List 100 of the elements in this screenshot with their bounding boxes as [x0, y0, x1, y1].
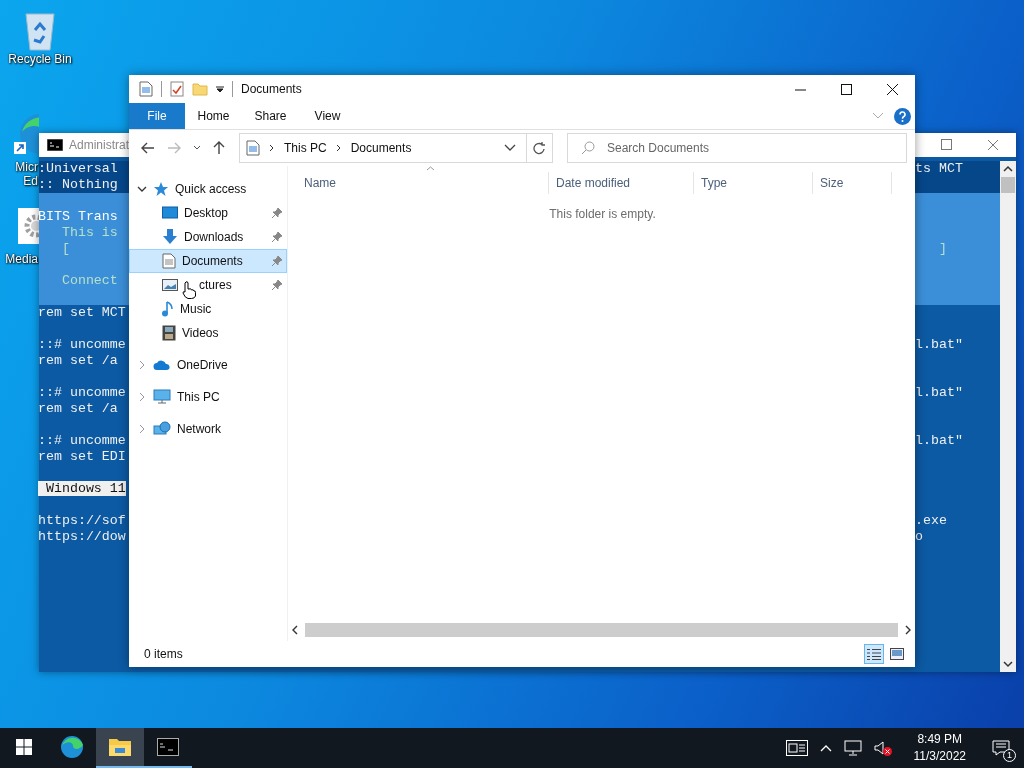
- ribbon-tab[interactable]: Share: [242, 103, 299, 129]
- up-arrow-icon[interactable]: [213, 141, 225, 155]
- address-bar[interactable]: This PC Documents: [239, 133, 527, 163]
- taskbar-app-button[interactable]: [96, 728, 144, 768]
- address-dropdown-icon[interactable]: [504, 144, 516, 152]
- console-text: ::# uncomme: [38, 433, 126, 448]
- console-text: https://dow: [38, 529, 126, 544]
- document-icon: [162, 253, 176, 269]
- news-icon[interactable]: [785, 740, 808, 756]
- speaker-icon[interactable]: [873, 741, 886, 755]
- console-text: rem set EDI: [38, 449, 126, 464]
- scroll-thumb[interactable]: [1001, 177, 1015, 193]
- pin-icon[interactable]: [272, 208, 282, 218]
- help-icon[interactable]: [894, 107, 911, 125]
- console-text: ts MCT: [915, 161, 963, 177]
- breadcrumb-chevron-icon[interactable]: [269, 144, 275, 152]
- computer-icon: [153, 389, 171, 405]
- notification-icon[interactable]: [992, 740, 1010, 756]
- column-header[interactable]: Size: [813, 172, 892, 194]
- breadcrumb[interactable]: Documents: [350, 141, 412, 155]
- volume-button[interactable]: [873, 740, 892, 756]
- console-text: :: Nothing: [38, 177, 118, 192]
- search-icon: [581, 141, 595, 155]
- console-text: o: [915, 529, 923, 545]
- folder-icon[interactable]: [108, 737, 132, 757]
- chevron-right-icon[interactable]: [137, 392, 147, 402]
- download-arrow-icon: [162, 229, 178, 245]
- nav-item[interactable]: OneDrive: [129, 353, 287, 377]
- console-text: ]: [937, 241, 947, 257]
- notification-count: 1: [1003, 749, 1016, 762]
- console-text: l.bat": [915, 337, 963, 353]
- scroll-down-icon[interactable]: [1003, 660, 1013, 668]
- nav-item[interactable]: Downloads: [129, 225, 287, 249]
- date-text: 11/3/2022: [913, 748, 966, 765]
- file-menu-button[interactable]: File: [129, 103, 185, 129]
- nav-item[interactable]: Documents: [129, 249, 287, 273]
- picture-icon: [162, 279, 178, 291]
- console-text: Connect: [60, 273, 118, 288]
- recent-dropdown-icon[interactable]: [193, 145, 201, 151]
- console-text: :Universal: [38, 161, 118, 176]
- column-header[interactable]: Type: [694, 172, 813, 194]
- nav-item[interactable]: ctures: [129, 273, 287, 297]
- gear-icon[interactable]: [18, 208, 39, 244]
- dropdown-icon[interactable]: [216, 85, 224, 93]
- console-text: .exe: [915, 513, 947, 529]
- document-icon: [246, 140, 260, 156]
- console-text: rem set /a: [38, 353, 118, 368]
- scroll-thumb[interactable]: [305, 623, 898, 637]
- console-icon[interactable]: [157, 738, 179, 756]
- breadcrumb-chevron-icon[interactable]: [335, 144, 342, 152]
- back-arrow-icon[interactable]: [141, 142, 155, 154]
- chevron-right-icon[interactable]: [137, 360, 147, 370]
- chevron-right-icon[interactable]: [137, 424, 147, 434]
- network-icon[interactable]: [843, 740, 862, 756]
- console-text: https://sof: [38, 513, 126, 528]
- clock[interactable]: 8:49 PM 11/3/2022: [913, 731, 966, 765]
- pin-icon[interactable]: [272, 232, 282, 242]
- console-text: rem set MCT: [38, 305, 126, 320]
- console-icon: [47, 139, 63, 151]
- sort-caret-icon: [426, 166, 435, 171]
- console-text: l.bat": [915, 385, 963, 401]
- scroll-left-icon[interactable]: [291, 625, 299, 635]
- breadcrumb[interactable]: This PC: [284, 141, 327, 155]
- nav-item[interactable]: Music: [129, 297, 287, 321]
- item-count: 0 items: [144, 647, 183, 661]
- pin-icon[interactable]: [272, 280, 282, 290]
- column-header[interactable]: Date modified: [549, 172, 694, 194]
- pin-icon[interactable]: [272, 256, 282, 266]
- console-text: l.bat": [915, 433, 963, 449]
- properties-icon[interactable]: [170, 81, 184, 97]
- chevron-down-icon[interactable]: [137, 185, 147, 193]
- console-text: ::# uncomme: [38, 385, 126, 400]
- music-note-icon: [162, 301, 174, 317]
- film-icon: [162, 325, 176, 341]
- console-text: Windows 11: [38, 481, 126, 496]
- nav-item[interactable]: Quick access: [129, 177, 287, 201]
- desktop-icon: [162, 206, 178, 220]
- nav-item[interactable]: This PC: [129, 385, 287, 409]
- console-text: BITS Trans: [38, 209, 118, 224]
- scrollbar[interactable]: [1000, 161, 1016, 672]
- empty-folder-message: This folder is empty.: [548, 207, 657, 221]
- refresh-button[interactable]: [526, 133, 553, 163]
- chevron-up-icon[interactable]: [819, 744, 832, 752]
- search-field[interactable]: Search Documents: [567, 133, 907, 163]
- ribbon-tab[interactable]: View: [299, 103, 356, 129]
- nav-item[interactable]: Desktop: [129, 201, 287, 225]
- nav-item[interactable]: Network: [129, 417, 287, 441]
- maximize-icon[interactable]: [840, 83, 852, 95]
- scroll-right-icon[interactable]: [904, 625, 912, 635]
- edge-icon[interactable]: [60, 735, 84, 759]
- ribbon-tab[interactable]: Home: [185, 103, 242, 129]
- hand-cursor-icon: [182, 281, 196, 299]
- refresh-icon[interactable]: [532, 141, 546, 155]
- scroll-up-icon[interactable]: [1003, 165, 1013, 173]
- column-header[interactable]: Name: [288, 172, 549, 194]
- nav-item[interactable]: Videos: [129, 321, 287, 345]
- cloud-icon: [153, 359, 171, 371]
- document-icon[interactable]: [139, 81, 153, 97]
- close-icon[interactable]: [886, 83, 898, 95]
- network-icon: [153, 421, 171, 437]
